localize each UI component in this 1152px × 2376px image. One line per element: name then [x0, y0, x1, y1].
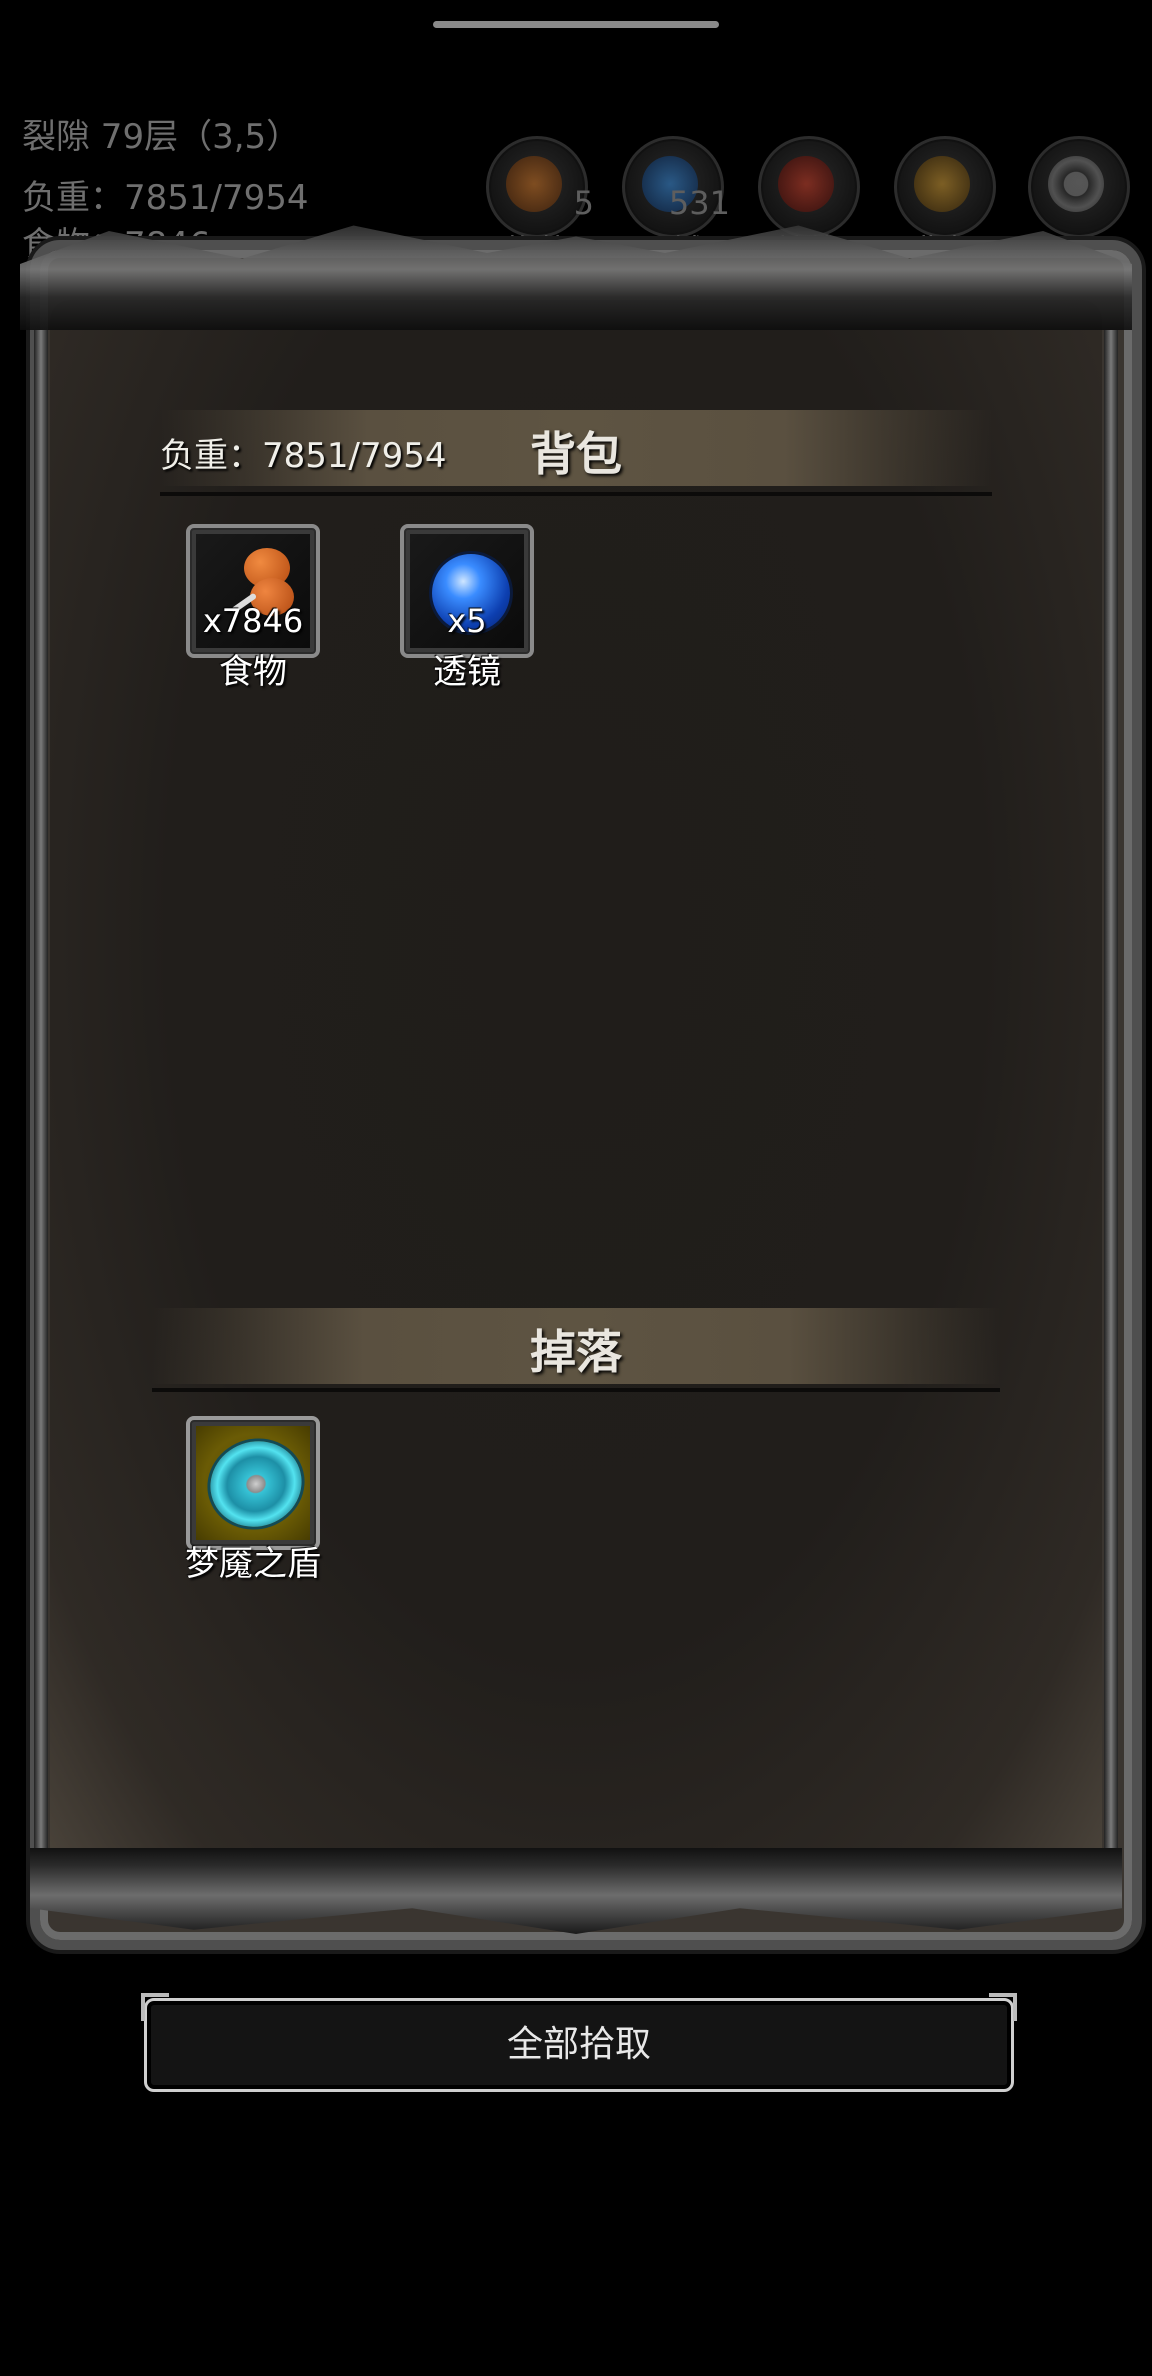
return-count: 531	[668, 184, 730, 222]
pickup-all-button[interactable]: 全部拾取	[141, 1993, 1017, 2092]
shield-icon	[198, 1428, 314, 1540]
drops-header-divider	[152, 1388, 1000, 1392]
hud-button-backpack[interactable]: 背包	[892, 134, 996, 270]
backpack-title: 背包	[530, 427, 622, 481]
backpack-item-food[interactable]: x7846 食物	[186, 524, 320, 692]
backpack-icon	[914, 156, 970, 212]
item-name: 梦魇之盾	[185, 1544, 321, 1584]
floor-location-text: 裂隙 79层（3,5）	[22, 117, 301, 157]
hud-button-settings[interactable]: 设置	[1026, 134, 1130, 270]
hud-button-return-town[interactable]: 531 回城	[620, 134, 730, 270]
hud-button-skill[interactable]: 技能	[756, 134, 860, 270]
game-screen: 裂隙 79层（3,5） 负重：7851/7954 食物：7846 5 扎营 53…	[0, 0, 1152, 2376]
item-count: x5	[447, 602, 487, 640]
hud-button-camp[interactable]: 5 扎营	[484, 134, 594, 270]
hud-load-text: 负重：7851/7954	[22, 178, 309, 218]
drop-item-nightmare-shield[interactable]: 梦魇之盾	[185, 1416, 321, 1584]
skill-icon	[778, 156, 834, 212]
item-name: 食物	[219, 652, 287, 692]
panel-border-right	[1104, 330, 1118, 1850]
drag-handle[interactable]	[433, 21, 719, 28]
panel-border-left	[34, 330, 48, 1850]
item-name: 透镜	[433, 652, 501, 692]
panel-ornament-bottom	[30, 1848, 1122, 1934]
backpack-item-lens[interactable]: x5 透镜	[400, 524, 534, 692]
drops-title: 掉落	[530, 1325, 622, 1379]
gear-icon	[1048, 156, 1104, 212]
campfire-icon	[506, 156, 562, 212]
item-count: x7846	[202, 602, 304, 640]
camp-count: 5	[573, 184, 594, 222]
backpack-load-label: 负重：7851/7954	[160, 436, 447, 476]
backpack-header-divider	[160, 492, 992, 496]
